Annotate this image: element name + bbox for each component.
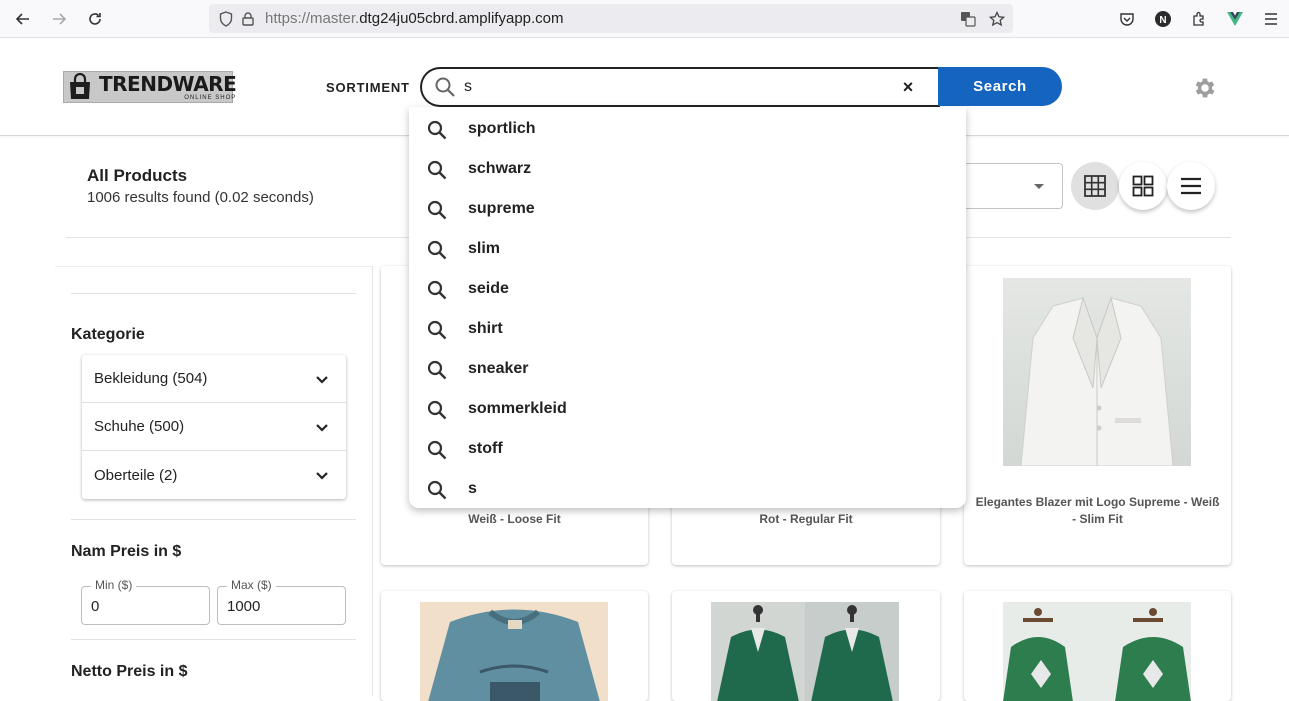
sidebar-divider xyxy=(71,293,356,294)
results-title: All Products xyxy=(87,166,188,185)
grid-view-large-button[interactable] xyxy=(1119,162,1167,210)
gear-icon[interactable] xyxy=(1192,75,1218,101)
suggestion-item[interactable]: sportlich xyxy=(409,109,966,149)
shield-icon[interactable] xyxy=(215,8,237,30)
net-price-heading: Netto Preis in $ xyxy=(71,663,188,680)
product-title: Elegantes Blazer mit Logo Supreme - Weiß… xyxy=(975,495,1220,526)
min-price-value: 0 xyxy=(91,598,100,615)
search-icon xyxy=(426,439,448,461)
search-button[interactable]: Search xyxy=(938,67,1062,106)
suggestion-item[interactable]: shirt xyxy=(409,309,966,349)
product-card[interactable] xyxy=(672,591,940,701)
max-price-field[interactable]: Max ($) 1000 xyxy=(217,578,346,625)
product-image-blazer xyxy=(1003,278,1191,467)
sidebar-divider xyxy=(71,519,356,520)
search-query-text: s xyxy=(464,78,472,95)
extensions-puzzle-icon[interactable] xyxy=(1188,8,1210,30)
suggestion-text: shirt xyxy=(468,320,503,337)
menu-hamburger-icon[interactable] xyxy=(1260,8,1282,30)
suggestion-item[interactable]: stoff xyxy=(409,429,966,469)
search-icon xyxy=(426,279,448,301)
suggestion-text: sportlich xyxy=(468,120,536,137)
suggestion-text: slim xyxy=(468,240,501,257)
chevron-down-icon xyxy=(310,367,334,391)
product-card[interactable]: Elegantes Blazer mit Logo Supreme - Weiß… xyxy=(964,266,1231,565)
min-price-field[interactable]: Min ($) 0 xyxy=(81,578,210,625)
search-icon xyxy=(426,479,448,501)
address-bar[interactable]: https://master.dtg24ju05cbrd.amplifyapp.… xyxy=(209,4,1013,33)
shopping-bag-icon xyxy=(67,72,93,101)
suggestion-text: schwarz xyxy=(468,160,532,177)
suggestion-text: sneaker xyxy=(468,360,529,377)
url-text: https://master.dtg24ju05cbrd.amplifyapp.… xyxy=(265,10,564,27)
category-item[interactable]: Bekleidung (504) xyxy=(82,355,346,403)
search-icon xyxy=(434,76,456,98)
suggestion-item[interactable]: s xyxy=(409,469,966,508)
forward-arrow-icon[interactable] xyxy=(47,7,71,31)
pocket-icon[interactable] xyxy=(1116,8,1138,30)
suggestion-text: stoff xyxy=(468,440,503,457)
browser-toolbar: https://master.dtg24ju05cbrd.amplifyapp.… xyxy=(0,0,1289,38)
product-title: Weiß - Loose Fit xyxy=(468,512,561,526)
clear-icon[interactable]: × xyxy=(896,75,920,99)
search-icon xyxy=(426,239,448,261)
suggestion-item[interactable]: schwarz xyxy=(409,149,966,189)
logo-title: TRENDWARE xyxy=(99,71,237,96)
results-count: 1006 results found (0.02 seconds) xyxy=(87,189,314,206)
suggestion-item[interactable]: seide xyxy=(409,269,966,309)
chevron-down-icon xyxy=(310,415,334,439)
account-avatar-icon[interactable]: N xyxy=(1152,8,1174,30)
suggestion-item[interactable]: sneaker xyxy=(409,349,966,389)
nav-sortiment[interactable]: SORTIMENT xyxy=(326,80,410,95)
list-icon xyxy=(1181,177,1201,195)
search-icon xyxy=(426,199,448,221)
category-label: Oberteile (2) xyxy=(94,466,178,484)
product-image-green-shirt xyxy=(1003,602,1191,701)
grid-large-icon xyxy=(1132,175,1154,197)
dropdown-caret-icon xyxy=(1034,184,1044,189)
search-suggestions: sportlich schwarz supreme slim seide shi… xyxy=(409,107,966,508)
lock-icon[interactable] xyxy=(237,8,259,30)
price-heading: Nam Preis in $ xyxy=(71,543,182,560)
sidebar-divider xyxy=(71,639,356,640)
suggestion-text: s xyxy=(468,480,477,497)
suggestion-text: seide xyxy=(468,280,509,297)
back-arrow-icon[interactable] xyxy=(11,7,35,31)
category-label: Schuhe (500) xyxy=(94,418,185,435)
suggestion-item[interactable]: sommerkleid xyxy=(409,389,966,429)
suggestion-text: supreme xyxy=(468,200,535,217)
min-price-label: Min ($) xyxy=(91,578,137,592)
grid-small-icon xyxy=(1084,175,1106,197)
product-title: Rot - Regular Fit xyxy=(759,512,853,526)
category-heading: Kategorie xyxy=(71,326,145,343)
vue-extension-icon[interactable] xyxy=(1224,8,1246,30)
max-price-label: Max ($) xyxy=(227,578,276,592)
search-icon xyxy=(426,159,448,181)
max-price-value: 1000 xyxy=(227,598,261,615)
bookmark-star-icon[interactable] xyxy=(986,8,1008,30)
product-card[interactable] xyxy=(381,591,648,701)
search-icon xyxy=(426,319,448,341)
category-item[interactable]: Schuhe (500) xyxy=(82,403,346,451)
search-icon xyxy=(426,399,448,421)
grid-view-small-button[interactable] xyxy=(1071,162,1119,210)
search-icon xyxy=(426,359,448,381)
translate-icon[interactable] xyxy=(957,8,979,30)
chevron-down-icon xyxy=(310,463,334,487)
search-icon xyxy=(426,119,448,141)
search-input[interactable]: s × xyxy=(420,67,940,107)
product-image-green-blazer xyxy=(711,602,899,701)
trendware-logo[interactable]: TRENDWARE ONLINE SHOP xyxy=(63,71,237,103)
reload-icon[interactable] xyxy=(83,7,107,31)
category-item[interactable]: Oberteile (2) xyxy=(82,451,346,499)
suggestion-item[interactable]: slim xyxy=(409,229,966,269)
product-card[interactable] xyxy=(964,591,1231,701)
product-image-sweater xyxy=(420,602,608,701)
category-label: Bekleidung (504) xyxy=(94,370,208,387)
suggestion-text: sommerkleid xyxy=(468,400,567,417)
list-view-button[interactable] xyxy=(1167,162,1215,210)
category-accordion: Bekleidung (504) Schuhe (500) Oberteile … xyxy=(82,355,346,499)
suggestion-item[interactable]: supreme xyxy=(409,189,966,229)
svg-text:N: N xyxy=(1159,15,1166,26)
